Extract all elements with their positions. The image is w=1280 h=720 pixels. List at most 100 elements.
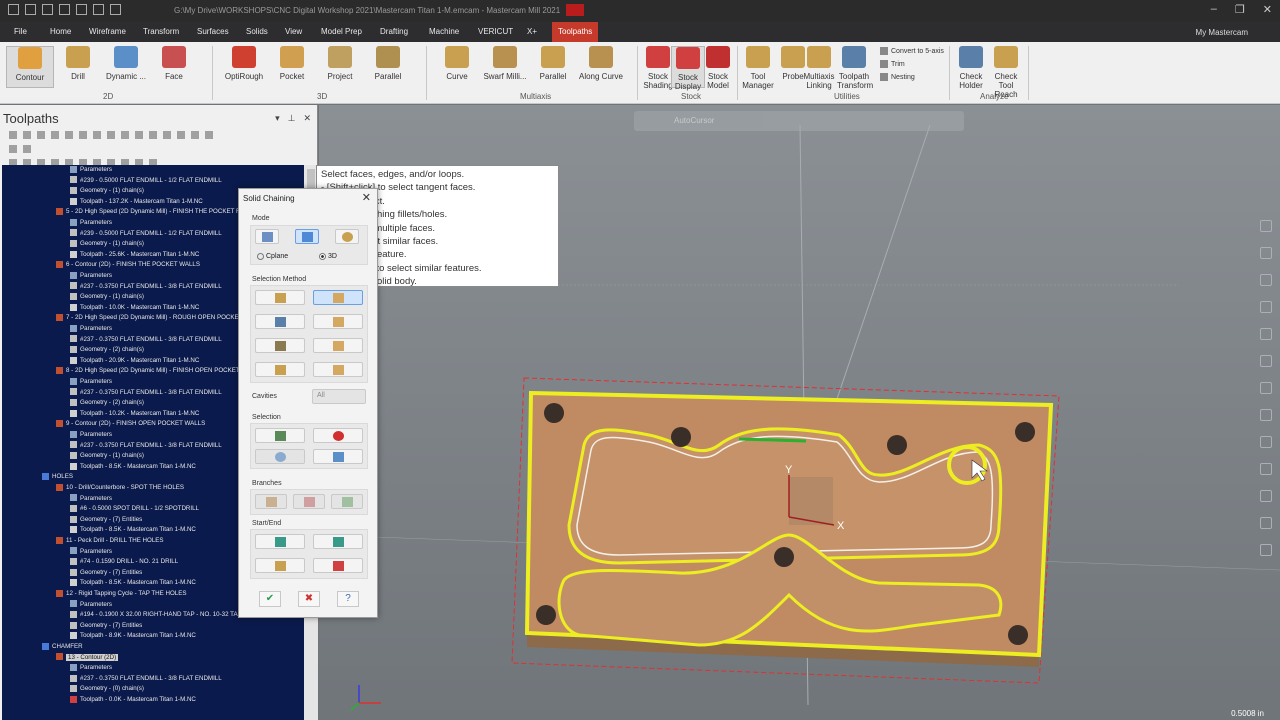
cavities-select[interactable]: All (312, 389, 366, 404)
toolpath-detail-item[interactable]: Toolpath - 10.0K - Mastercam Titan 1-M.N… (70, 303, 199, 313)
dialog-close-button[interactable]: ✕ (362, 191, 371, 204)
select-face-button[interactable] (313, 290, 363, 305)
minimize-button[interactable]: – (1211, 3, 1217, 16)
toolpath-detail-item[interactable]: Parameters (70, 324, 112, 334)
toolpath-detail-item[interactable]: #74 - 0.1590 DRILL - NO. 21 DRILL (70, 557, 178, 567)
new-file-icon[interactable] (8, 4, 19, 15)
face-button[interactable]: Face (150, 46, 198, 81)
toolpath-detail-item[interactable]: Parameters (70, 494, 112, 504)
toolpath-detail-item[interactable]: Toolpath - 8.5K - Mastercam Titan 1-M.NC (70, 578, 196, 588)
view-icon[interactable] (1260, 409, 1272, 421)
tab-x-[interactable]: X+ (527, 22, 537, 42)
toolpath-operation[interactable]: 13 - Contour (2D) (56, 653, 119, 663)
toolpath-detail-item[interactable]: Toolpath - 20.9K - Mastercam Titan 1-M.N… (70, 356, 199, 366)
save-icon[interactable] (42, 4, 53, 15)
toolpath-toolbar[interactable] (6, 129, 216, 167)
toolpath-operation[interactable]: 8 - 2D High Speed (2D Dynamic Mill) - FI… (56, 366, 263, 376)
toolpath-detail-item[interactable]: Parameters (70, 218, 112, 228)
start-button[interactable] (255, 534, 305, 549)
toolpath-detail-item[interactable]: Parameters (70, 430, 112, 440)
toolpath-operation[interactable]: 11 - Peck Drill - DRILL THE HOLES (56, 536, 164, 546)
select-partial-loop-button[interactable] (255, 362, 305, 377)
view-icon[interactable] (1260, 328, 1272, 340)
toolpath-detail-item[interactable]: Geometry - (7) Entities (70, 515, 142, 525)
toolpath-detail-item[interactable]: Parameters (70, 547, 112, 557)
tab-view[interactable]: View (285, 22, 302, 42)
toolpath-operation[interactable]: 7 - 2D High Speed (2D Dynamic Mill) - RO… (56, 313, 242, 323)
branch-angle-button[interactable] (293, 494, 325, 509)
end-button[interactable] (313, 534, 363, 549)
parallel-button[interactable]: Parallel (364, 46, 412, 81)
toolpath-detail-item[interactable]: Parameters (70, 600, 112, 610)
stock-display-button[interactable]: Stock Display (671, 46, 705, 91)
select-similar-button[interactable] (255, 449, 305, 464)
toolpath-detail-item[interactable]: Toolpath - 10.2K - Mastercam Titan 1-M.N… (70, 409, 199, 419)
select-loop-button[interactable] (255, 314, 305, 329)
tree-group[interactable]: CHAMFER (42, 642, 83, 652)
mode-solid-button[interactable] (295, 229, 319, 244)
tab-wireframe[interactable]: Wireframe (89, 22, 126, 42)
multiaxis-linking-button[interactable]: Multiaxis Linking (802, 46, 836, 90)
check-holder-button[interactable]: Check Holder (954, 46, 988, 90)
tab-surfaces[interactable]: Surfaces (197, 22, 229, 42)
toolpath-detail-item[interactable]: Parameters (70, 377, 112, 387)
branch-forward-button[interactable] (331, 494, 363, 509)
toolpath-detail-item[interactable]: Geometry - (7) Entities (70, 568, 142, 578)
toolpath-detail-item[interactable]: Toolpath - 25.6K - Mastercam Titan 1-M.N… (70, 250, 199, 260)
select-all-button[interactable] (313, 449, 363, 464)
toolpath-detail-item[interactable]: Geometry - (7) Entities (70, 621, 142, 631)
view-icon[interactable] (1260, 490, 1272, 502)
toolpath-detail-item[interactable]: Parameters (70, 663, 112, 673)
toolpath-detail-item[interactable]: #237 - 0.3750 FLAT ENDMILL - 3/8 FLAT EN… (70, 282, 222, 292)
tab-toolpaths[interactable]: Toolpaths (552, 22, 599, 42)
toolpath-detail-item[interactable]: Toolpath - 8.5K - Mastercam Titan 1-M.NC (70, 462, 196, 472)
toolpath-detail-item[interactable]: Parameters (70, 165, 112, 175)
tab-drafting[interactable]: Drafting (380, 22, 408, 42)
dropdown-icon[interactable]: ▾ (275, 113, 280, 124)
toolpath-detail-item[interactable]: #239 - 0.5000 FLAT ENDMILL - 1/2 FLAT EN… (70, 229, 222, 239)
along-curve-button[interactable]: Along Curve (577, 46, 625, 81)
parallel-button[interactable]: Parallel (529, 46, 577, 81)
view-icon[interactable] (1260, 301, 1272, 313)
toolpath-operation[interactable]: 5 - 2D High Speed (2D Dynamic Mill) - FI… (56, 207, 261, 217)
redo-icon[interactable] (110, 4, 121, 15)
tab-vericut[interactable]: VERICUT (478, 22, 513, 42)
tree-group[interactable]: HOLES (42, 472, 73, 482)
undo-icon[interactable] (93, 4, 104, 15)
tab-machine[interactable]: Machine (429, 22, 459, 42)
toolpath-detail-item[interactable]: Geometry - (1) chain(s) (70, 239, 144, 249)
tab-home[interactable]: Home (50, 22, 71, 42)
toolpath-detail-item[interactable]: #237 - 0.3750 FLAT ENDMILL - 3/8 FLAT EN… (70, 674, 222, 684)
print-icon[interactable] (59, 4, 70, 15)
swarf-milli-button[interactable]: Swarf Milli... (481, 46, 529, 81)
select-vertex-button[interactable] (313, 338, 363, 353)
3d-radio[interactable]: 3D (319, 253, 337, 260)
view-icon[interactable] (1260, 220, 1272, 232)
view-icon[interactable] (1260, 274, 1272, 286)
select-feature-button[interactable] (313, 314, 363, 329)
select-body-button[interactable] (255, 338, 305, 353)
my-mastercam-menu[interactable]: My Mastercam (1196, 28, 1248, 37)
help-button[interactable]: ? (337, 591, 359, 607)
toolpath-detail-item[interactable]: Geometry - (1) chain(s) (70, 292, 144, 302)
toolpath-operation[interactable]: 6 - Contour (2D) - FINISH THE POCKET WAL… (56, 260, 200, 270)
pin-icon[interactable]: ⊥ (288, 113, 296, 124)
view-icon[interactable] (1260, 382, 1272, 394)
stock-model-button[interactable]: Stock Model (701, 46, 735, 90)
view-icon[interactable] (1260, 544, 1272, 556)
view-icon[interactable] (1260, 436, 1272, 448)
select-edge-button[interactable] (255, 290, 305, 305)
save-as-icon[interactable] (76, 4, 87, 15)
trim-button[interactable]: Trim (880, 60, 905, 68)
toolpath-detail-item[interactable]: Toolpath - 8.9K - Mastercam Titan 1-M.NC (70, 631, 196, 641)
tab-file[interactable]: File (14, 22, 27, 42)
toolpath-detail-item[interactable]: Geometry - (1) chain(s) (70, 451, 144, 461)
cplane-radio[interactable]: Cplane (257, 253, 288, 260)
branch-back-button[interactable] (255, 494, 287, 509)
toolpath-detail-item[interactable]: Toolpath - 0.0K - Mastercam Titan 1-M.NC (70, 695, 196, 705)
view-icon[interactable] (1260, 355, 1272, 367)
project-button[interactable]: Project (316, 46, 364, 81)
select-edge-loop-button[interactable] (313, 362, 363, 377)
quick-access-toolbar[interactable] (8, 4, 121, 15)
close-window-button[interactable]: ✕ (1263, 3, 1272, 16)
